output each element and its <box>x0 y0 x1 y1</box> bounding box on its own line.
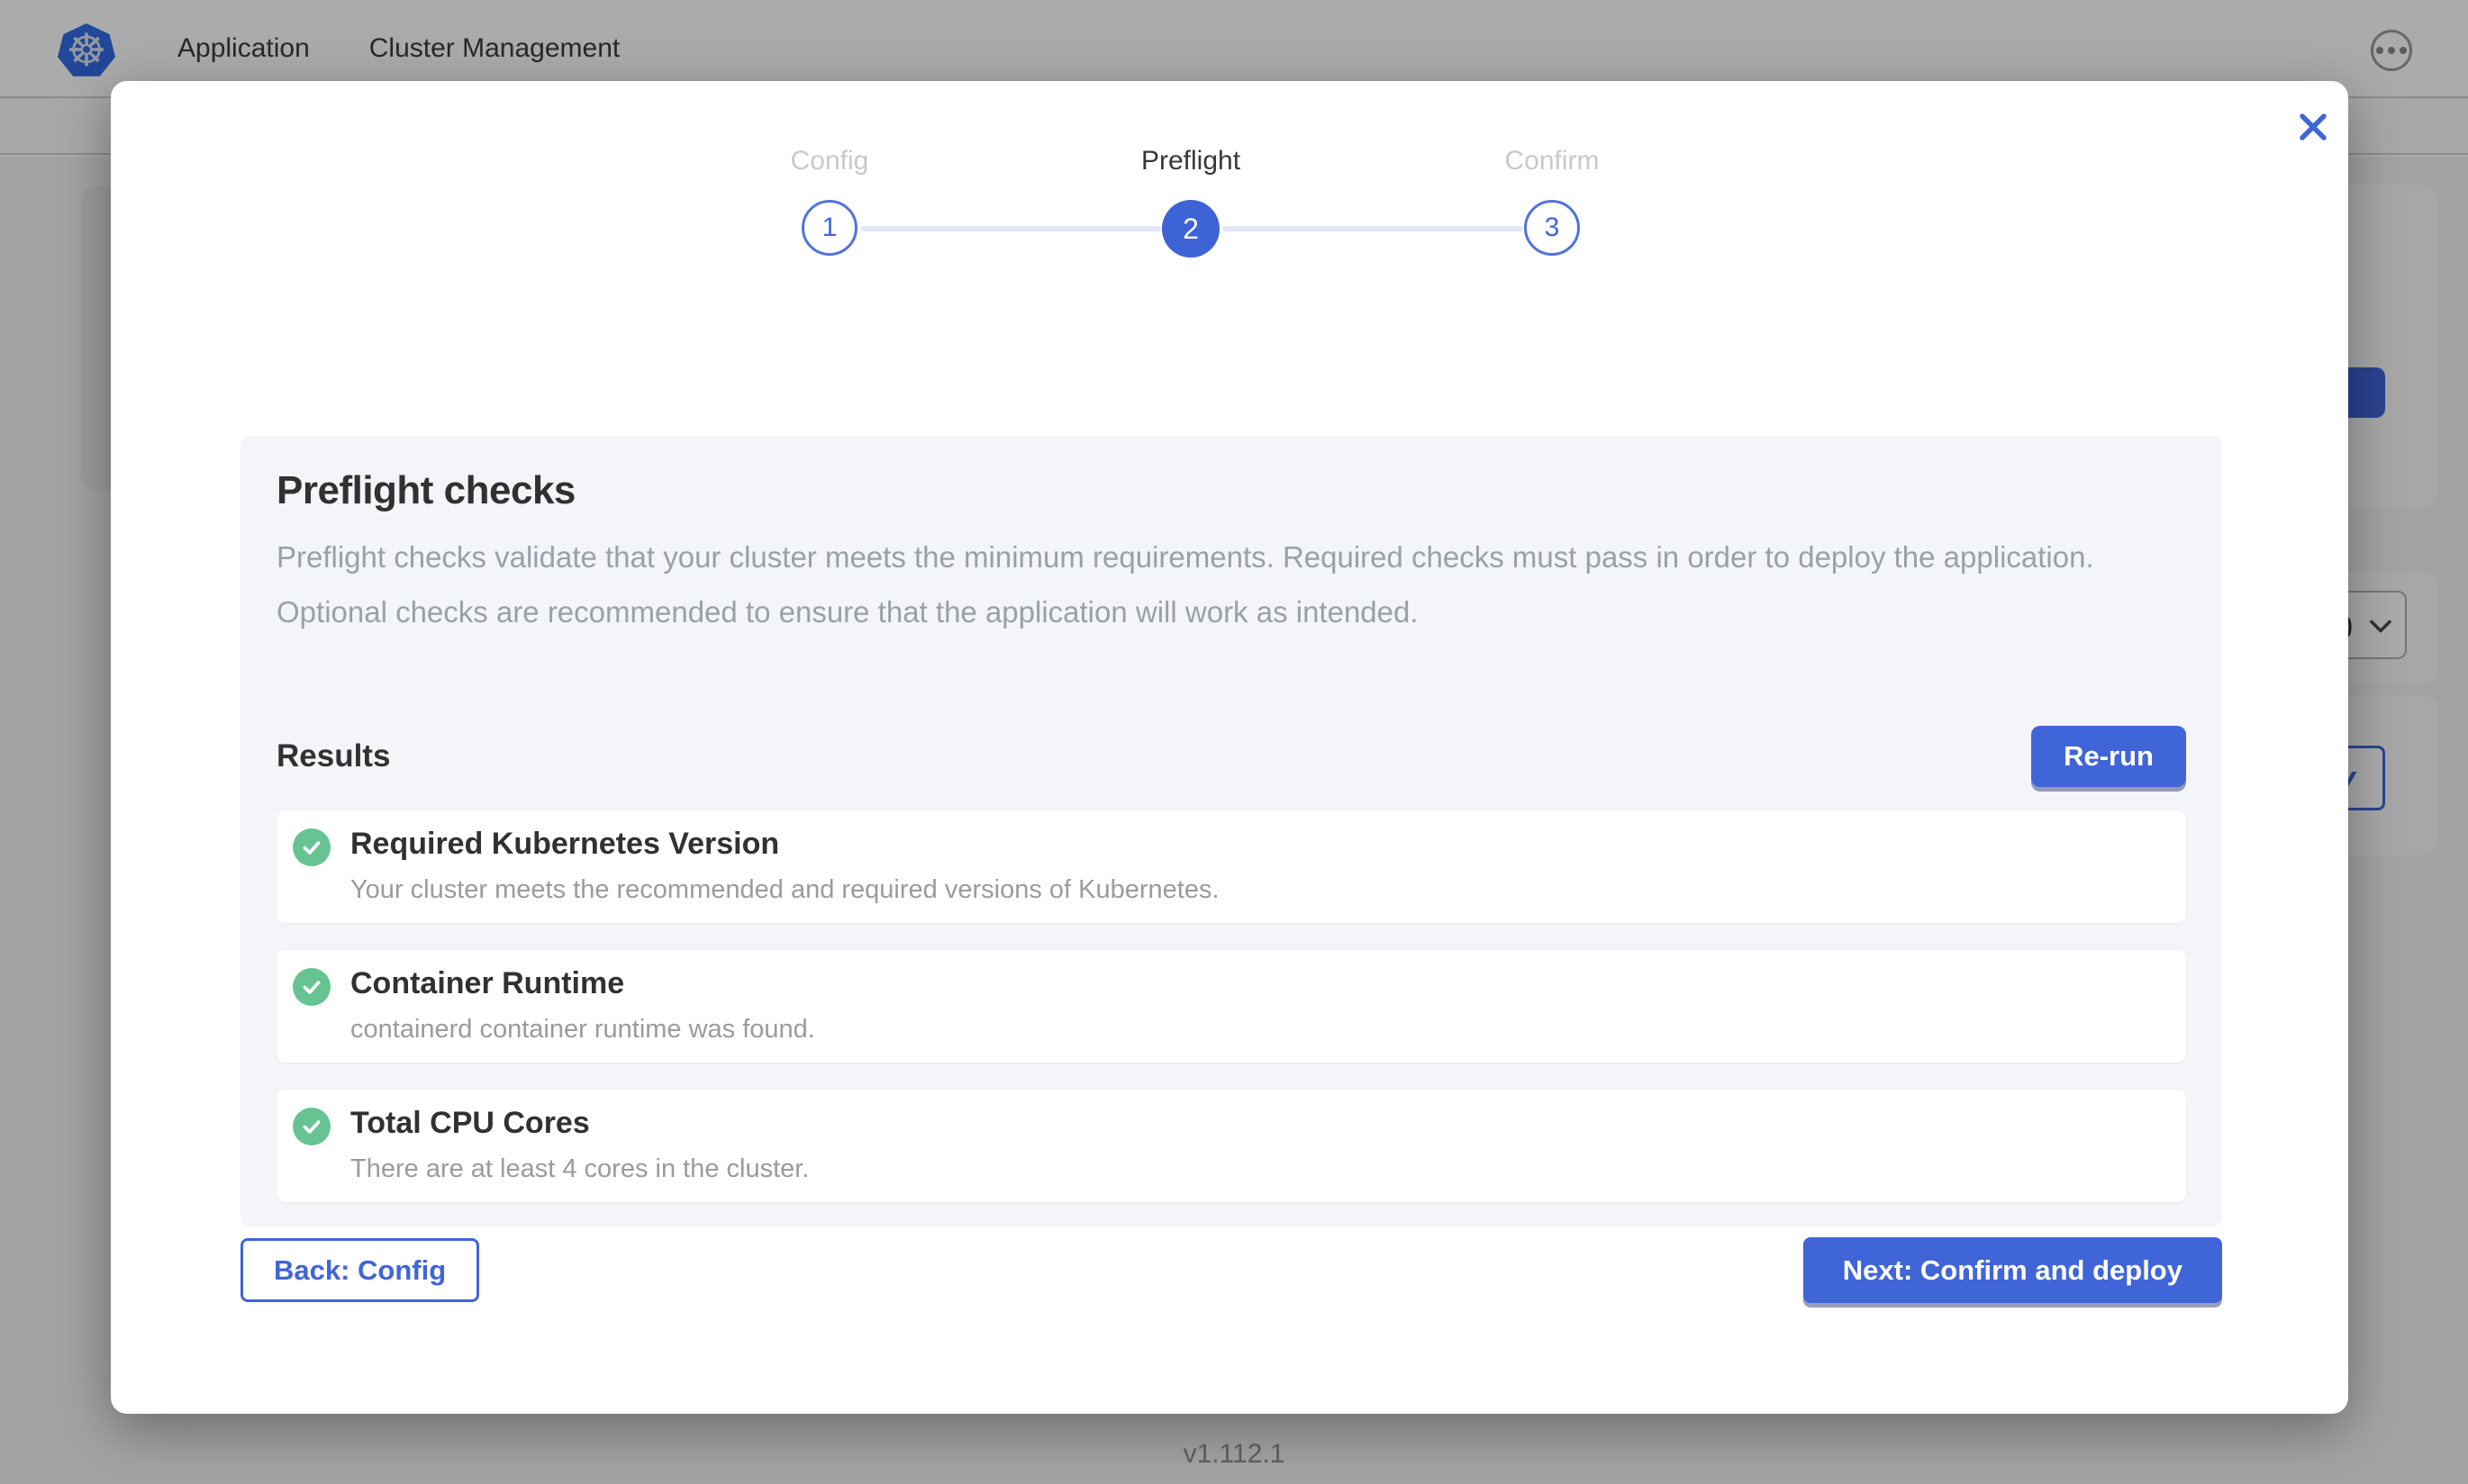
rerun-button[interactable]: Re-run <box>2031 726 2186 787</box>
preflight-card: Preflight checks Preflight checks valida… <box>240 436 2222 1226</box>
stepper-connector <box>860 226 1161 231</box>
step-config[interactable]: Config 1 <box>694 146 965 256</box>
step-label: Config <box>694 146 965 176</box>
step-label: Confirm <box>1417 146 1687 176</box>
results-heading: Results <box>277 738 390 774</box>
back-config-button[interactable]: Back: Config <box>240 1238 479 1302</box>
step-confirm[interactable]: Confirm 3 <box>1417 146 1687 256</box>
check-title: Required Kubernetes Version <box>350 827 1220 862</box>
step-circle: 1 <box>802 200 857 256</box>
check-message: Your cluster meets the recommended and r… <box>350 875 1220 905</box>
check-message: containerd container runtime was found. <box>350 1015 815 1045</box>
check-title: Total CPU Cores <box>350 1106 809 1141</box>
check-message: There are at least 4 cores in the cluste… <box>350 1154 809 1184</box>
check-pass-icon <box>293 968 331 1006</box>
check-result-row: Total CPU Cores There are at least 4 cor… <box>277 1090 2186 1202</box>
preflight-modal: Config 1 Preflight 2 Confirm 3 Preflight… <box>111 81 2348 1414</box>
check-pass-icon <box>293 828 331 866</box>
step-preflight[interactable]: Preflight 2 <box>1056 146 1326 258</box>
page-title: Preflight checks <box>277 468 2186 513</box>
next-confirm-deploy-button[interactable]: Next: Confirm and deploy <box>1803 1237 2222 1303</box>
check-pass-icon <box>293 1108 331 1145</box>
check-result-row: Container Runtime containerd container r… <box>277 950 2186 1063</box>
step-circle: 2 <box>1162 200 1220 258</box>
check-title: Container Runtime <box>350 966 815 1001</box>
check-results-list: Required Kubernetes Version Your cluster… <box>277 810 2186 1202</box>
step-label: Preflight <box>1056 146 1326 176</box>
close-icon[interactable] <box>2291 104 2336 149</box>
step-circle: 3 <box>1524 200 1580 256</box>
stepper-connector <box>1222 226 1523 231</box>
preflight-description: Preflight checks validate that your clus… <box>277 529 2186 639</box>
check-result-row: Required Kubernetes Version Your cluster… <box>277 810 2186 923</box>
